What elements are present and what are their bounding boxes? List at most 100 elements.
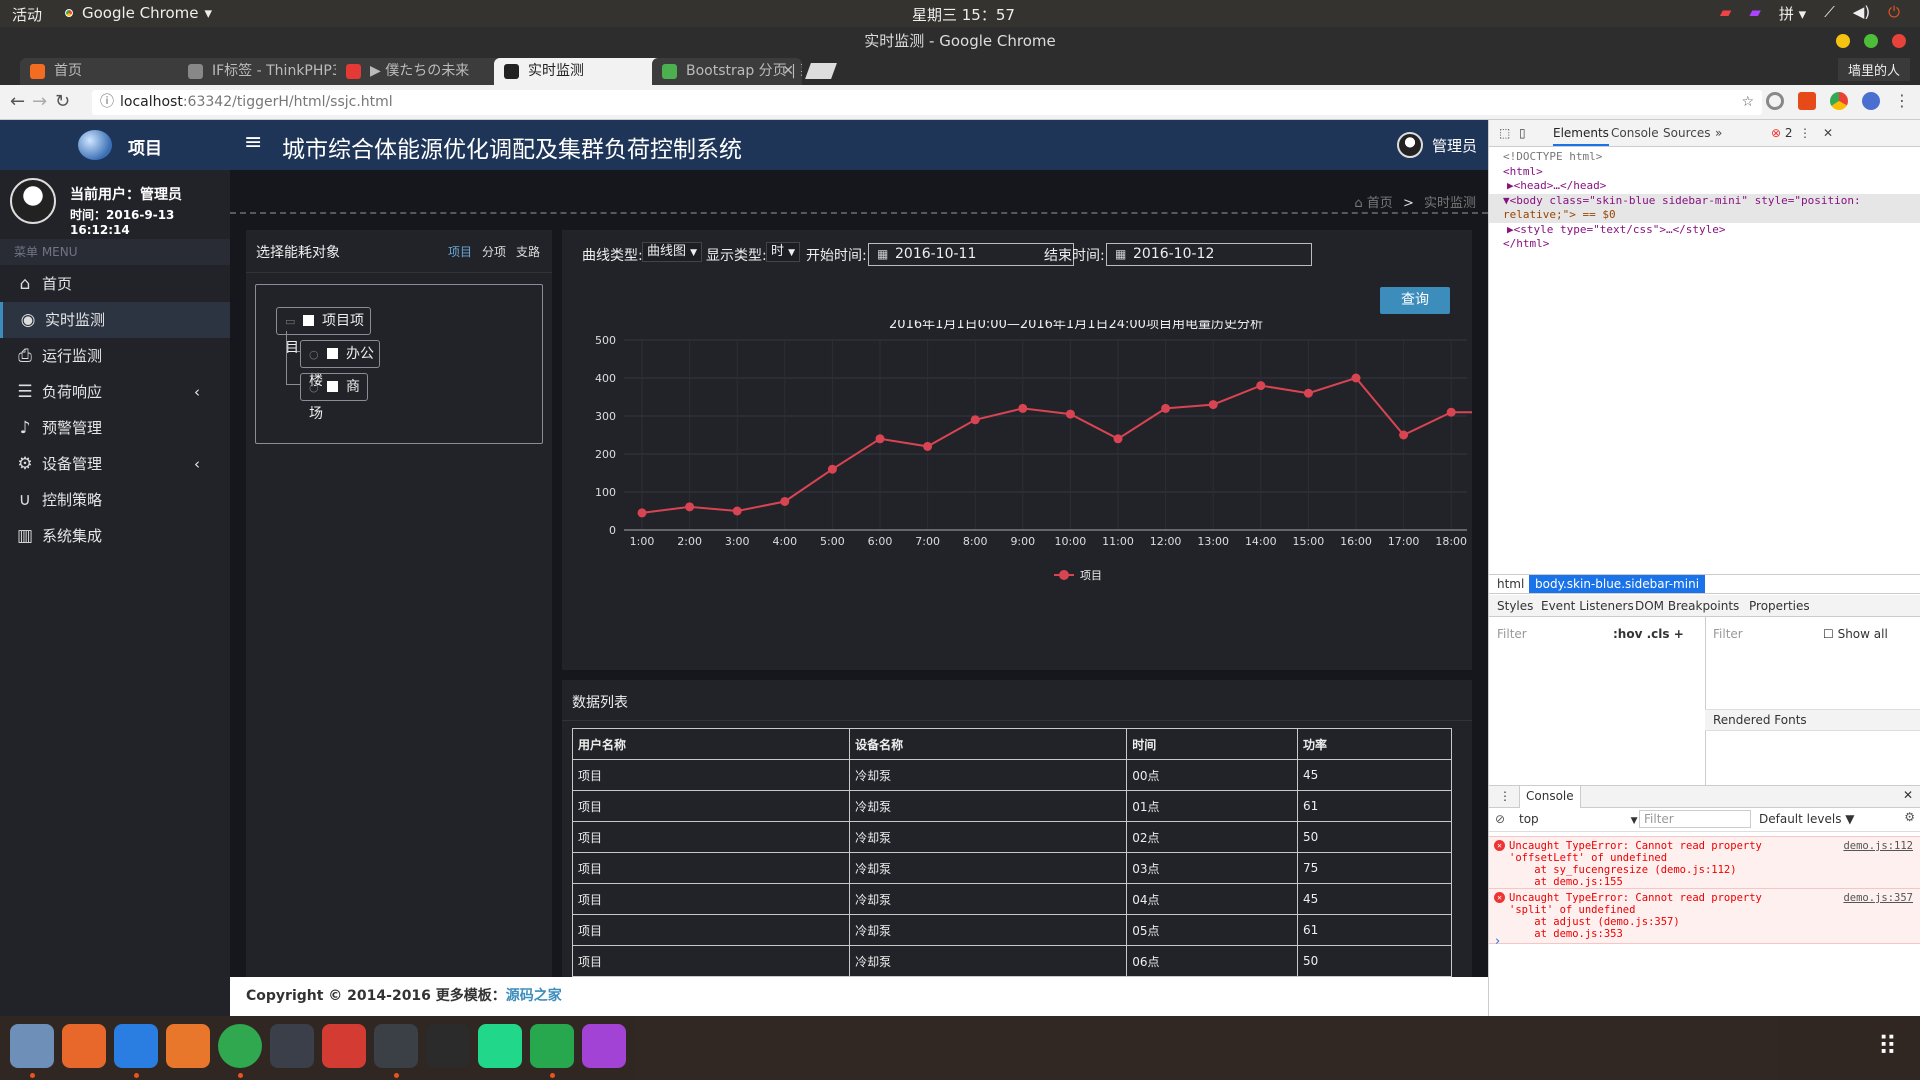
log-levels-select[interactable]: Default levels ▼: [1759, 812, 1855, 826]
dom-line[interactable]: <!DOCTYPE html>: [1503, 150, 1920, 165]
brand[interactable]: 项目: [0, 120, 230, 170]
address-bar[interactable]: ⓘ localhost:63342/tiggerH/html/ssjc.html…: [92, 90, 1762, 115]
dom-line[interactable]: </html>: [1503, 237, 1920, 252]
show-applications-icon[interactable]: ⠿: [1878, 1032, 1898, 1062]
breadcrumb-home[interactable]: 首页: [1367, 196, 1393, 211]
system-monitor-icon[interactable]: [426, 1024, 470, 1068]
wps-writer-icon[interactable]: [114, 1024, 158, 1068]
console-settings-icon[interactable]: ⚙: [1904, 810, 1915, 824]
crumb-body[interactable]: body.skin-blue.sidebar-mini: [1529, 575, 1706, 593]
chrome-menu-icon[interactable]: ⋮: [1894, 92, 1910, 110]
bookmark-star-icon[interactable]: ☆: [1741, 90, 1754, 115]
power-icon[interactable]: ⏻: [1888, 3, 1900, 24]
computed-filter-input[interactable]: Filter: [1713, 627, 1743, 641]
tab-styles[interactable]: Styles: [1497, 599, 1533, 613]
more-tabs-icon[interactable]: »: [1715, 126, 1722, 140]
browser-tab[interactable]: Bootstrap 分页 | 菜 ✕: [652, 58, 802, 85]
tree-node-mall[interactable]: ○ 商场: [300, 373, 368, 422]
tab-elements[interactable]: Elements: [1553, 126, 1609, 146]
footer-link[interactable]: 源码之家: [506, 988, 562, 1004]
sublime-icon[interactable]: [374, 1024, 418, 1068]
tree-node-office[interactable]: ○ 办公楼: [300, 340, 380, 389]
header-avatar[interactable]: [1397, 132, 1423, 158]
tab-sources[interactable]: Sources: [1663, 126, 1710, 140]
dom-line[interactable]: <html>: [1503, 165, 1920, 180]
profile-button[interactable]: 墙里的人: [1837, 58, 1910, 81]
dom-line[interactable]: ▶<head>…</head>: [1503, 179, 1920, 194]
activities-button[interactable]: 活动: [12, 4, 42, 25]
chrome-extension-icon[interactable]: [1830, 92, 1848, 110]
rendered-fonts-section[interactable]: Rendered Fonts: [1705, 709, 1920, 731]
display-type-select[interactable]: 时 ▼: [766, 242, 801, 262]
end-date-input[interactable]: ▦ 2016-10-12: [1106, 243, 1312, 266]
tab-console[interactable]: Console: [1611, 126, 1659, 140]
header-user[interactable]: 管理员: [1432, 135, 1477, 156]
new-tab-button[interactable]: [805, 63, 837, 79]
clear-console-icon[interactable]: ⊘: [1495, 812, 1505, 826]
extension-icon-2[interactable]: [1862, 92, 1880, 110]
info-icon[interactable]: ⓘ: [100, 90, 114, 115]
network-icon[interactable]: ⟋: [1824, 3, 1835, 24]
sidebar-item[interactable]: ◉ 实时监测: [0, 302, 230, 338]
sidebar-item[interactable]: ♪ 预警管理: [0, 410, 230, 446]
reload-button[interactable]: ↻: [55, 91, 70, 112]
error-source-link[interactable]: demo.js:357: [1843, 892, 1913, 904]
sidebar-item[interactable]: ☰ 负荷响应 ‹: [0, 374, 230, 410]
sidebar-item[interactable]: ⎙ 运行监测: [0, 338, 230, 374]
app-menu[interactable]: Google Chrome ▾: [62, 4, 212, 22]
tab-properties[interactable]: Properties: [1749, 599, 1810, 613]
clock[interactable]: 星期三 15：57: [912, 4, 1015, 25]
filter-branch[interactable]: 支路: [516, 243, 540, 260]
console-error[interactable]: ✕ Uncaught TypeError: Cannot read propert…: [1489, 888, 1920, 944]
sidebar-item[interactable]: ▥ 系统集成: [0, 518, 230, 554]
tab-event-listeners[interactable]: Event Listeners: [1541, 599, 1634, 613]
firefox-icon[interactable]: [62, 1024, 106, 1068]
netease-music-icon[interactable]: [322, 1024, 366, 1068]
tab-dom-breakpoints[interactable]: DOM Breakpoints: [1635, 599, 1739, 613]
close-devtools-icon[interactable]: ✕: [1823, 126, 1833, 140]
query-button[interactable]: 查询: [1380, 287, 1450, 314]
tray-app-icon[interactable]: ▰: [1720, 3, 1732, 24]
mixer-icon[interactable]: [270, 1024, 314, 1068]
office-extension-icon[interactable]: [1798, 92, 1816, 110]
pycharm-icon[interactable]: [478, 1024, 522, 1068]
sidebar-item[interactable]: ⚙ 设备管理 ‹: [0, 446, 230, 482]
console-tab[interactable]: Console: [1519, 786, 1581, 808]
tree-checkbox[interactable]: [327, 381, 338, 392]
hamburger-menu-icon[interactable]: ≡: [244, 130, 262, 155]
error-source-link[interactable]: demo.js:112: [1843, 840, 1913, 852]
back-button[interactable]: ←: [10, 91, 25, 112]
files-icon[interactable]: [10, 1024, 54, 1068]
chrome-icon[interactable]: [218, 1024, 262, 1068]
minimize-button[interactable]: [1836, 34, 1850, 48]
console-filter-input[interactable]: Filter: [1639, 810, 1751, 828]
crumb-html[interactable]: html: [1497, 575, 1524, 593]
error-count-badge[interactable]: ⊗ 2: [1771, 126, 1793, 140]
close-button[interactable]: [1892, 34, 1906, 48]
hov-cls-buttons[interactable]: :hov .cls +: [1613, 627, 1684, 641]
wps-sheet-icon[interactable]: [530, 1024, 574, 1068]
filter-project[interactable]: 项目: [448, 243, 472, 260]
sidebar-item[interactable]: ∪ 控制策略: [0, 482, 230, 518]
context-select[interactable]: top ▼: [1519, 812, 1638, 826]
drawer-menu-icon[interactable]: ⋮: [1499, 789, 1511, 803]
volume-icon[interactable]: ◀): [1853, 3, 1870, 24]
tray-app-icon-2[interactable]: ▰: [1749, 3, 1761, 24]
dom-line-selected[interactable]: ▼<body class="skin-blue sidebar-mini" st…: [1489, 193, 1920, 223]
tree-checkbox[interactable]: [327, 348, 338, 359]
styles-filter-input[interactable]: Filter: [1497, 627, 1527, 641]
inspect-element-icon[interactable]: ⬚: [1499, 126, 1510, 140]
close-icon[interactable]: ✕: [782, 58, 794, 85]
extension-icon[interactable]: [1766, 92, 1784, 110]
curve-type-select[interactable]: 曲线图 ▼: [642, 242, 703, 262]
tree-checkbox[interactable]: [303, 315, 314, 326]
device-toolbar-icon[interactable]: ▯: [1519, 126, 1526, 140]
sidebar-item[interactable]: ⌂ 首页: [0, 266, 230, 302]
show-all-checkbox[interactable]: ☐ Show all: [1823, 627, 1888, 641]
filter-item[interactable]: 分项: [482, 243, 506, 260]
console-prompt[interactable]: ›: [1495, 934, 1500, 949]
software-center-icon[interactable]: [166, 1024, 210, 1068]
maximize-button[interactable]: [1864, 34, 1878, 48]
console-error[interactable]: ✕ Uncaught TypeError: Cannot read propert…: [1489, 836, 1920, 892]
forward-button[interactable]: →: [32, 91, 47, 112]
